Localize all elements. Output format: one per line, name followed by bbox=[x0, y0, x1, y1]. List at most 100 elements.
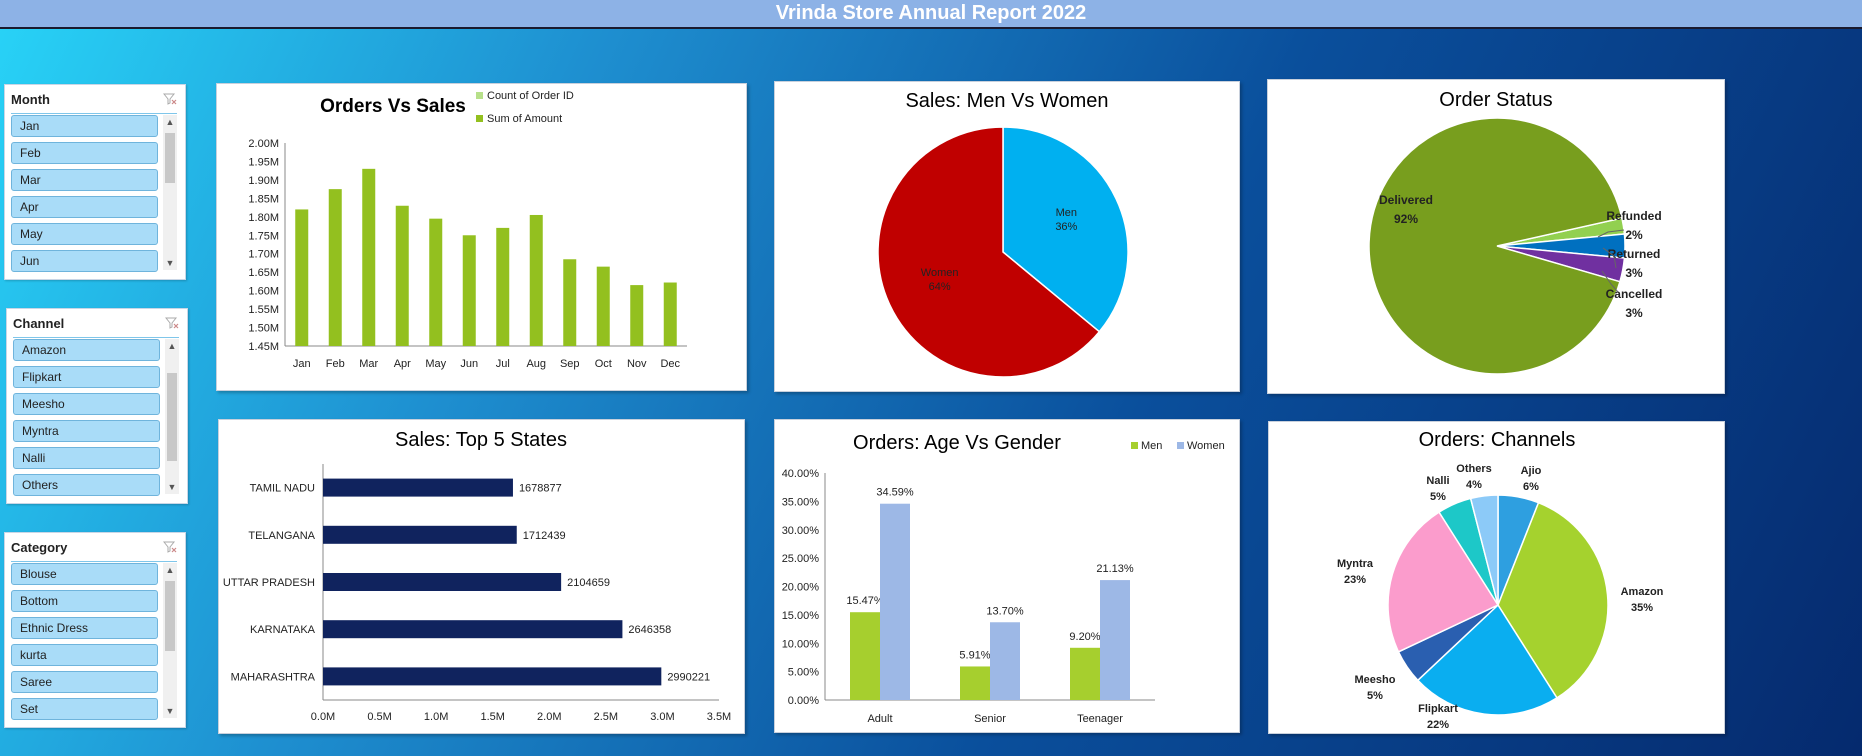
category-item[interactable]: Set bbox=[11, 698, 158, 720]
channel-item[interactable]: Myntra bbox=[13, 420, 160, 442]
slice-pct: 5% bbox=[1430, 491, 1446, 503]
top-states-panel[interactable]: Sales: Top 5 States TAMIL NADU 1678877 TELA… bbox=[218, 419, 745, 734]
chart-title: Orders Vs Sales bbox=[320, 96, 466, 117]
x-tick-label: May bbox=[425, 358, 446, 370]
month-slicer: Month Jan Feb Mar Apr May Jun ▲ ▼ bbox=[4, 84, 186, 280]
channel-item[interactable]: Nalli bbox=[13, 447, 160, 469]
order-status-panel[interactable]: Order Status Delivered 92% Refunded 2% Return… bbox=[1267, 79, 1725, 394]
legend-swatch bbox=[1177, 442, 1184, 449]
scroll-up-icon[interactable]: ▲ bbox=[165, 339, 179, 353]
bar bbox=[563, 259, 577, 346]
chart-title: Orders: Channels bbox=[1419, 429, 1576, 451]
category-slicer: Category Blouse Bottom Ethnic Dress kurt… bbox=[4, 532, 186, 728]
orders-channels-panel[interactable]: Orders: Channels Ajio 6% Amazon 35% Flipkart 2… bbox=[1268, 421, 1725, 734]
month-slicer-list: Jan Feb Mar Apr May Jun bbox=[11, 115, 158, 277]
category-item[interactable]: kurta bbox=[11, 644, 158, 666]
channel-slicer-label: Channel bbox=[13, 315, 65, 331]
y-tick-label: KARNATAKA bbox=[250, 624, 316, 636]
category-item[interactable]: Saree bbox=[11, 671, 158, 693]
category-slicer-list: Blouse Bottom Ethnic Dress kurta Saree S… bbox=[11, 563, 158, 725]
scroll-down-icon[interactable]: ▼ bbox=[165, 480, 179, 494]
bar bbox=[496, 227, 510, 346]
y-tick-label: 1.50M bbox=[248, 323, 279, 335]
category-scrollbar[interactable]: ▲ ▼ bbox=[163, 563, 177, 718]
bar bbox=[362, 168, 376, 346]
data-label: 5.91% bbox=[959, 649, 990, 661]
y-tick-label: 1.90M bbox=[248, 175, 279, 187]
clear-filter-icon[interactable] bbox=[163, 540, 177, 554]
category-item[interactable]: Ethnic Dress bbox=[11, 617, 158, 639]
scroll-thumb[interactable] bbox=[165, 133, 175, 183]
channel-item[interactable]: Flipkart bbox=[13, 366, 160, 388]
slice-label: Men bbox=[1056, 207, 1077, 219]
chart-title: Orders: Age Vs Gender bbox=[853, 432, 1061, 454]
month-item[interactable]: Jan bbox=[11, 115, 158, 137]
slice-label: Meesho bbox=[1355, 674, 1396, 686]
x-tick-label: Mar bbox=[359, 358, 378, 370]
category-slicer-header: Category bbox=[11, 533, 177, 562]
clear-filter-icon[interactable] bbox=[165, 316, 179, 330]
x-tick-label: Teenager bbox=[1077, 713, 1123, 725]
month-item[interactable]: Apr bbox=[11, 196, 158, 218]
y-tick-label: 25.00% bbox=[782, 553, 820, 565]
legend-label: Count of Order ID bbox=[487, 90, 574, 102]
channel-item[interactable]: Amazon bbox=[13, 339, 160, 361]
data-label: 13.70% bbox=[986, 605, 1024, 617]
y-tick-label: UTTAR PRADESH bbox=[223, 577, 315, 589]
category-item[interactable]: Blouse bbox=[11, 563, 158, 585]
x-tick-label: Jun bbox=[460, 358, 478, 370]
y-tick-label: 1.55M bbox=[248, 304, 279, 316]
data-label: 15.47% bbox=[846, 595, 884, 607]
scroll-thumb[interactable] bbox=[167, 373, 177, 461]
scroll-down-icon[interactable]: ▼ bbox=[163, 704, 177, 718]
y-tick-label: 1.70M bbox=[248, 249, 279, 261]
scroll-thumb[interactable] bbox=[165, 581, 175, 651]
bar bbox=[395, 205, 409, 346]
legend-label: Men bbox=[1141, 440, 1162, 452]
chart-title: Order Status bbox=[1439, 89, 1552, 111]
orders-vs-sales-panel[interactable]: Orders Vs Sales Count of Order ID Sum of A… bbox=[216, 83, 747, 391]
month-item[interactable]: Mar bbox=[11, 169, 158, 191]
category-item[interactable]: Bottom bbox=[11, 590, 158, 612]
month-item[interactable]: Jun bbox=[11, 250, 158, 272]
channel-item[interactable]: Meesho bbox=[13, 393, 160, 415]
month-slicer-header: Month bbox=[11, 85, 177, 114]
slice-label: Delivered bbox=[1379, 193, 1433, 207]
slice-label: Others bbox=[1456, 463, 1491, 475]
month-scrollbar[interactable]: ▲ ▼ bbox=[163, 115, 177, 270]
age-gender-panel[interactable]: Orders: Age Vs Gender Men Women 40.00% 35.00… bbox=[774, 419, 1240, 733]
scroll-up-icon[interactable]: ▲ bbox=[163, 563, 177, 577]
slice-label: Returned bbox=[1608, 247, 1661, 261]
clear-filter-icon[interactable] bbox=[163, 92, 177, 106]
bar bbox=[328, 189, 342, 346]
sales-men-women-chart: Sales: Men Vs Women Men 36% Women 64% bbox=[877, 90, 1129, 378]
slice-pct: 35% bbox=[1631, 602, 1653, 614]
bar bbox=[529, 214, 543, 346]
slice-pct: 6% bbox=[1523, 481, 1539, 493]
chart-title: Sales: Top 5 States bbox=[395, 429, 567, 451]
x-tick-label: Apr bbox=[394, 358, 411, 370]
slice-pct: 64% bbox=[929, 281, 951, 293]
y-tick-label: 1.60M bbox=[248, 286, 279, 298]
x-tick-label: Jul bbox=[496, 358, 510, 370]
channel-item[interactable]: Others bbox=[13, 474, 160, 496]
channel-scrollbar[interactable]: ▲ ▼ bbox=[165, 339, 179, 494]
month-slicer-label: Month bbox=[11, 91, 50, 107]
month-item[interactable]: May bbox=[11, 223, 158, 245]
x-tick-label: Senior bbox=[974, 713, 1006, 725]
data-label: 2990221 bbox=[667, 671, 710, 683]
slice-label: Nalli bbox=[1426, 475, 1449, 487]
y-tick-label: MAHARASHTRA bbox=[231, 671, 316, 683]
data-label: 21.13% bbox=[1096, 563, 1134, 575]
data-label: 2104659 bbox=[567, 577, 610, 589]
channel-slicer: Channel Amazon Flipkart Meesho Myntra Na… bbox=[6, 308, 188, 504]
slice-label: Ajio bbox=[1521, 465, 1542, 477]
sales-men-women-panel[interactable]: Sales: Men Vs Women Men 36% Women 64% bbox=[774, 81, 1240, 392]
month-item[interactable]: Feb bbox=[11, 142, 158, 164]
legend-swatch bbox=[1131, 442, 1138, 449]
y-tick-label: 0.00% bbox=[788, 695, 819, 707]
bar bbox=[323, 667, 662, 686]
scroll-up-icon[interactable]: ▲ bbox=[163, 115, 177, 129]
scroll-down-icon[interactable]: ▼ bbox=[163, 256, 177, 270]
y-tick-label: 5.00% bbox=[788, 667, 819, 679]
